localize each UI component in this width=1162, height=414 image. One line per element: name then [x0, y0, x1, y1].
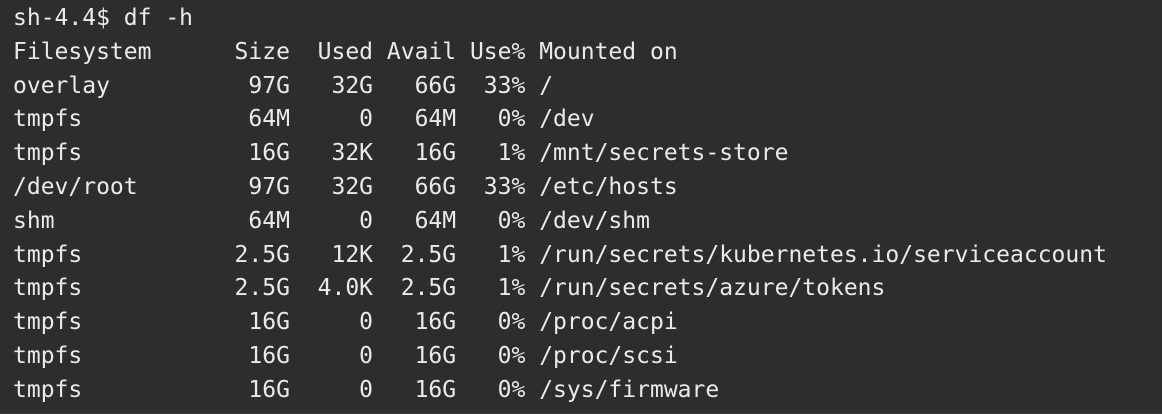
output-row: tmpfs 16G 32K 16G 1% /mnt/secrets-store — [13, 140, 789, 167]
output-row: shm 64M 0 64M 0% /dev/shm — [13, 207, 650, 234]
command-text: df -h — [123, 5, 194, 31]
terminal-output: sh-4.4$ df -h Filesystem Size Used Avail… — [13, 2, 1107, 408]
output-row: tmpfs 16G 0 16G 0% /proc/acpi — [13, 309, 678, 336]
output-row: tmpfs 16G 0 16G 0% /proc/scsi — [13, 342, 678, 369]
output-row: tmpfs 64M 0 64M 0% /dev — [13, 106, 595, 133]
output-header-row: Filesystem Size Used Avail Use% Mounted … — [13, 38, 678, 65]
output-row: tmpfs 2.5G 12K 2.5G 1% /run/secrets/kube… — [13, 241, 1107, 268]
command-line: sh-4.4$ df -h — [13, 2, 1107, 36]
terminal-window[interactable]: sh-4.4$ df -h Filesystem Size Used Avail… — [0, 0, 1162, 414]
shell-prompt: sh-4.4$ — [13, 5, 110, 31]
output-row: tmpfs 16G 0 16G 0% /sys/firmware — [13, 376, 720, 403]
output-row: /dev/root 97G 32G 66G 33% /etc/hosts — [13, 173, 678, 200]
output-row: overlay 97G 32G 66G 33% / — [13, 72, 554, 99]
output-row: tmpfs 2.5G 4.0K 2.5G 1% /run/secrets/azu… — [13, 275, 886, 302]
